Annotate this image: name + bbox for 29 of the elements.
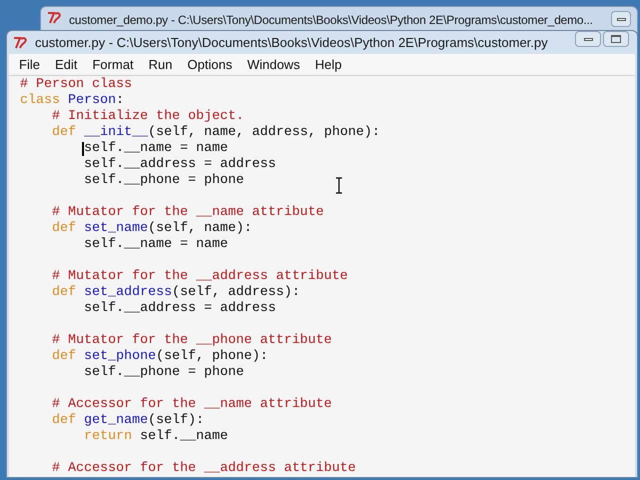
code-line: # Mutator for the __name attribute [50, 205, 324, 221]
code-line: self.__name = name [82, 237, 228, 253]
code-line: # Mutator for the __phone attribute [50, 333, 332, 349]
menu-item[interactable]: Format [85, 54, 141, 74]
code-line: # Person class [20, 77, 132, 93]
menu-item[interactable]: Run [142, 54, 180, 74]
code-line: def set_address(self, address): [50, 285, 300, 301]
code-line: self.__phone = phone [82, 365, 244, 381]
code-line: # Accessor for the __address attribute [50, 461, 356, 477]
code-line: self.__phone = phone [82, 173, 244, 189]
window-title: customer.py - C:\Users\Tony\Documents\Books\Videos\Python 2E\Programs\customer.py [35, 34, 548, 52]
menu-item[interactable]: Edit [48, 54, 84, 74]
code-line: # Mutator for the __address attribute [50, 269, 348, 285]
code-line: class Person: [20, 93, 124, 109]
menu-item[interactable]: Help [308, 54, 349, 74]
menu-item[interactable]: Options [180, 54, 240, 74]
code-line: # Accessor for the __name attribute [50, 397, 332, 413]
menu-item[interactable]: File [12, 54, 47, 74]
menu-item[interactable]: Windows [240, 54, 307, 74]
code-line: def set_name(self, name): [50, 221, 252, 237]
code-line: self.__address = address [82, 157, 276, 173]
code-line: self.__name = name [81, 141, 228, 157]
code-line: def get_name(self): [50, 413, 204, 429]
code-line: def __init__(self, name, address, phone): [50, 125, 380, 141]
code-line: # Initialize the object. [50, 109, 244, 125]
code-line: self.__address = address [82, 301, 276, 317]
code-line: return self.__name [82, 429, 228, 445]
code-line: def set_phone(self, phone): [50, 349, 268, 365]
window-title: customer_demo.py - C:\Users\Tony\Documents\Books\Videos\Python 2E\Programs\customer_demo... [69, 12, 593, 29]
